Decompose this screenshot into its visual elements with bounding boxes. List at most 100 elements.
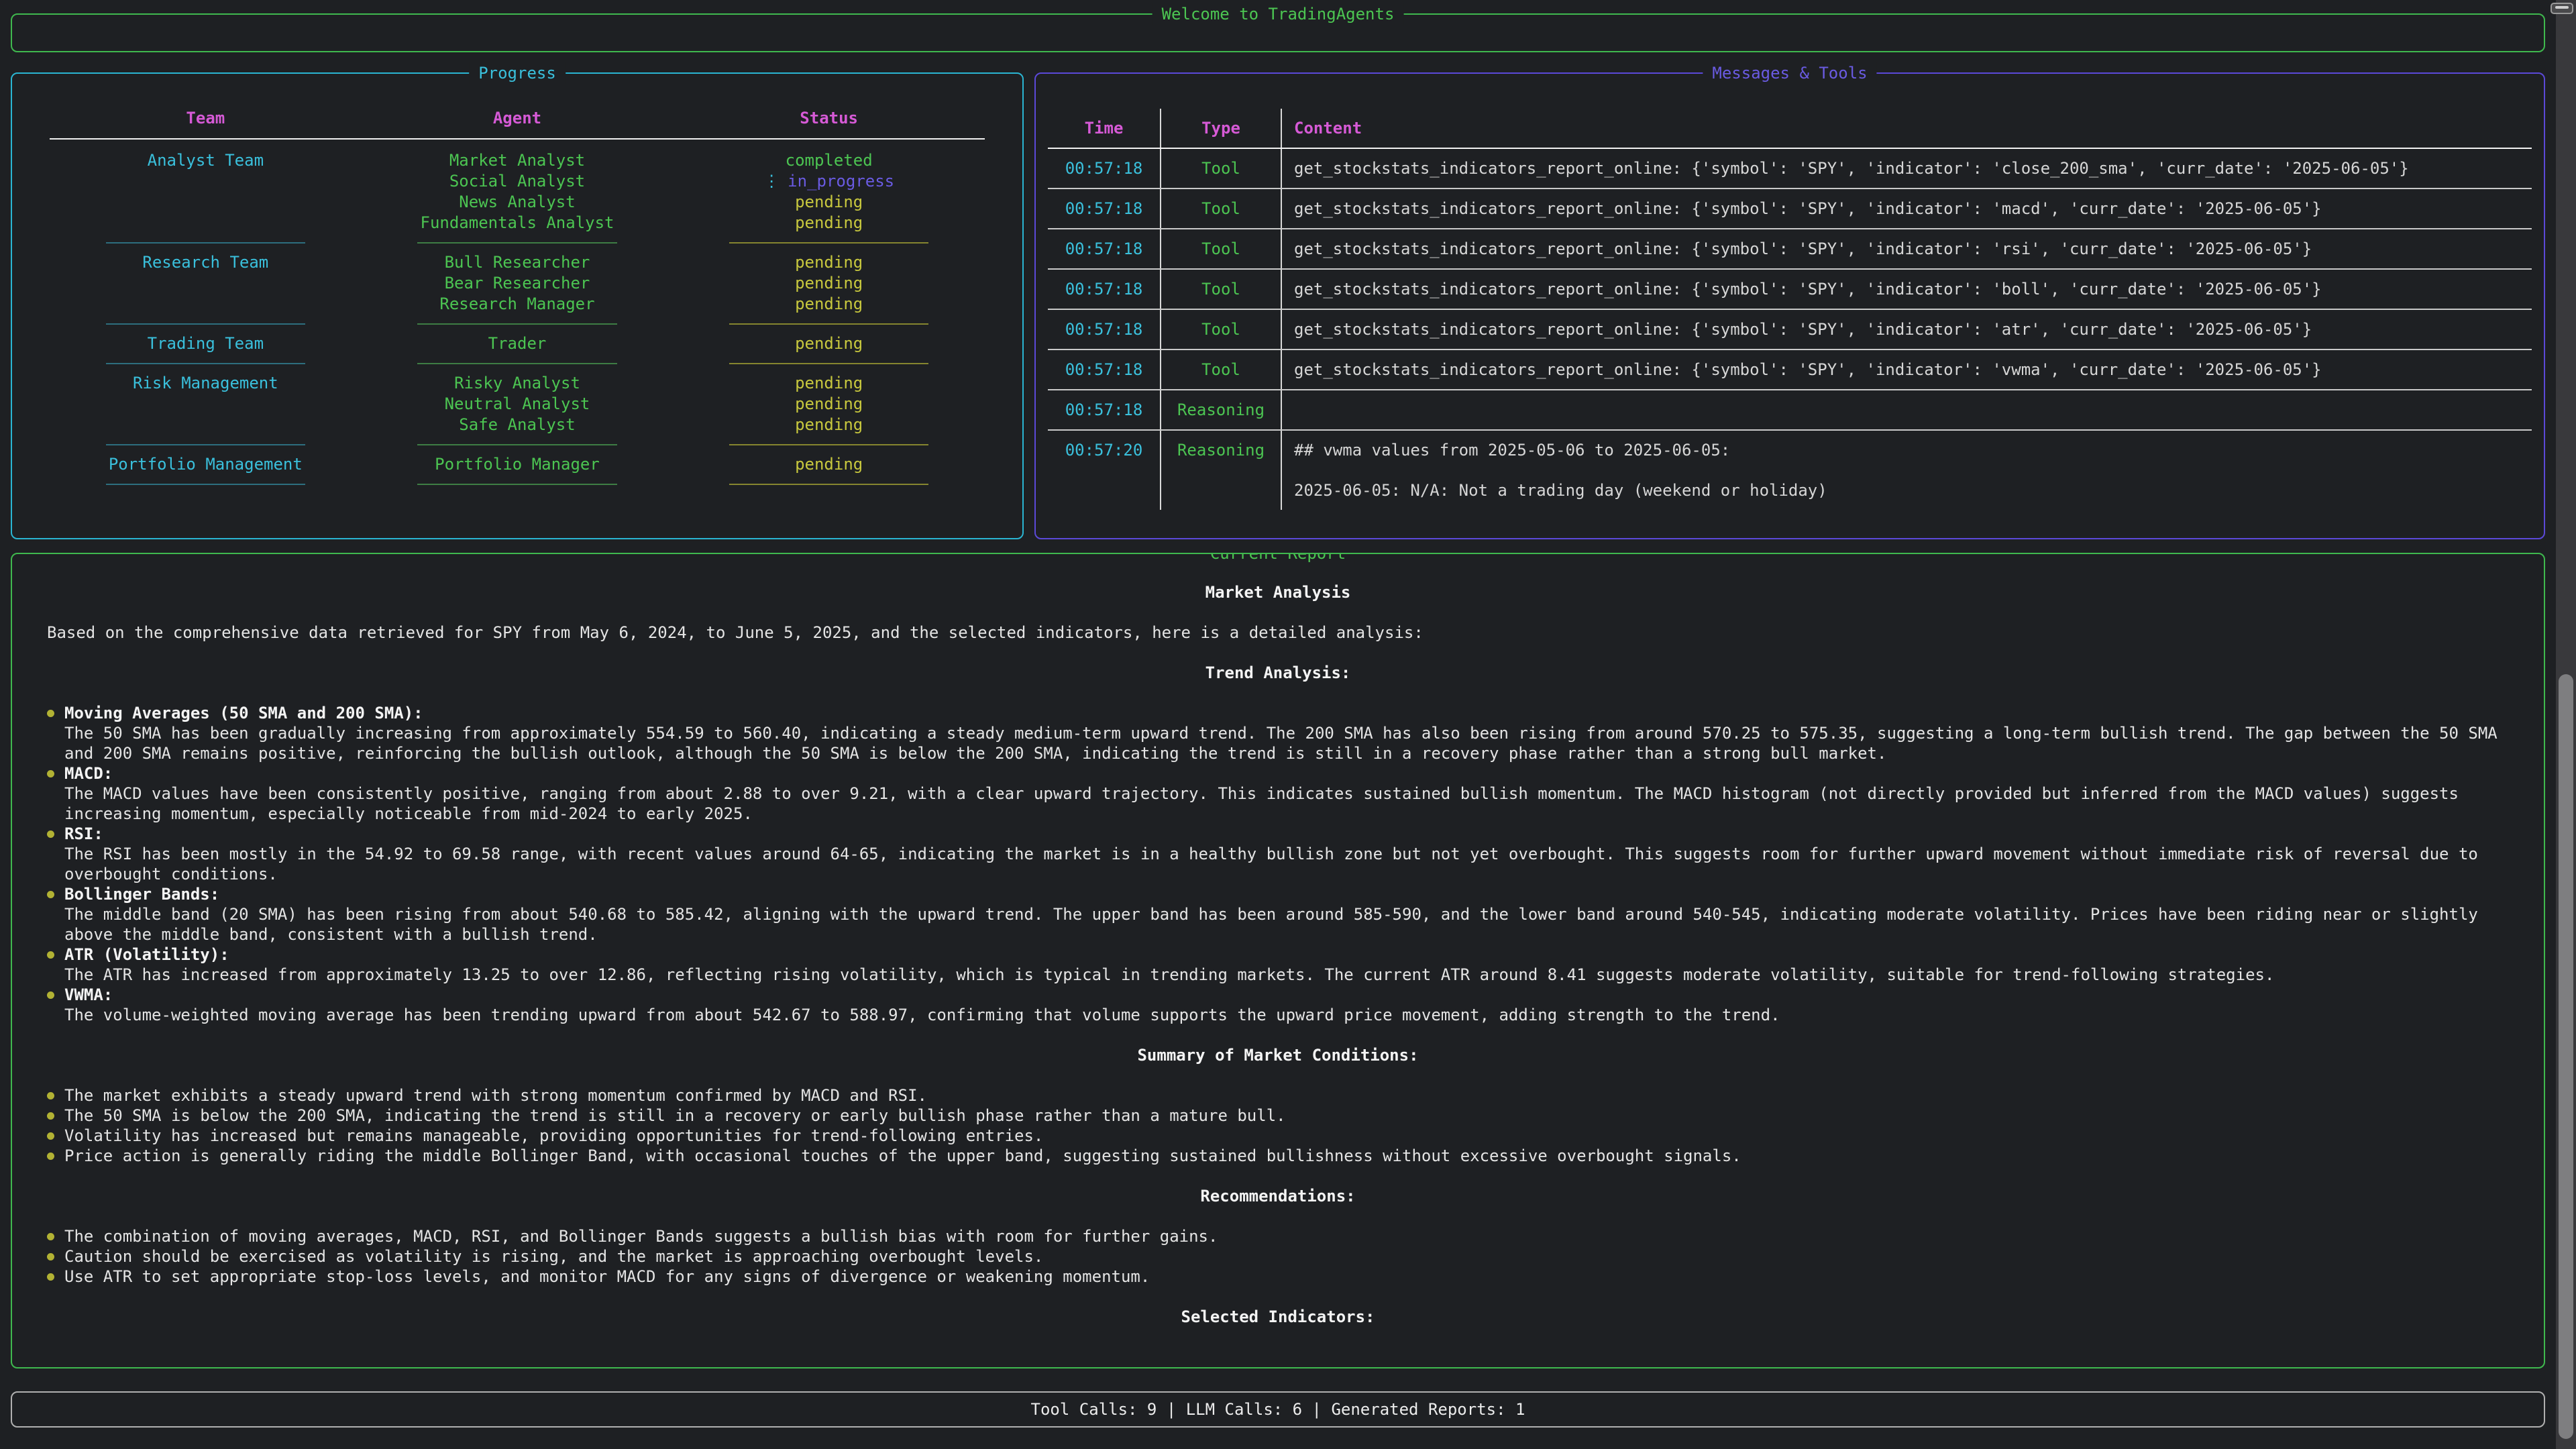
- scrollbar-track[interactable]: [2556, 0, 2576, 1449]
- report-section-heading: Selected Indicators:: [39, 1307, 2517, 1327]
- team-name-cell: Portfolio Management: [50, 454, 362, 475]
- bullet-title: Moving Averages (50 SMA and 200 SMA):: [64, 704, 423, 722]
- message-type: Tool: [1161, 148, 1281, 189]
- separator-line-status: [729, 484, 928, 485]
- message-time: 00:57:18: [1048, 350, 1161, 390]
- agent-status-cell: ⋮in_progress: [673, 171, 985, 192]
- top-panels-row: Progress Team Agent Status Analyst TeamM…: [11, 72, 2545, 539]
- agent-status-cell: pending: [673, 415, 985, 435]
- spinner-icon: ⋮: [763, 172, 780, 191]
- message-row: 00:57:18Toolget_stockstats_indicators_re…: [1048, 309, 2532, 350]
- bullet-title: VWMA:: [64, 985, 113, 1004]
- report-main-heading: Market Analysis: [39, 582, 2517, 602]
- team-group-separator: [50, 354, 985, 373]
- report-section-heading: Recommendations:: [39, 1186, 2517, 1206]
- agent-name-cell: Portfolio Manager: [362, 454, 674, 475]
- progress-row: Risk ManagementRisky Analystpending: [50, 373, 985, 394]
- message-type: Tool: [1161, 350, 1281, 390]
- scrollbar-thumb[interactable]: [2559, 674, 2573, 1439]
- agent-name-cell: Bear Researcher: [362, 273, 674, 294]
- agent-name-cell: Trader: [362, 333, 674, 354]
- message-type: Tool: [1161, 269, 1281, 309]
- agent-name-cell: Bull Researcher: [362, 252, 674, 273]
- message-row: 00:57:20Reasoning## vwma values from 202…: [1048, 430, 2532, 510]
- bullet-title: Bollinger Bands:: [64, 885, 219, 904]
- welcome-banner-title: Welcome to TradingAgents: [1152, 3, 1404, 25]
- separator-line-agent: [417, 323, 616, 325]
- message-content-line: [1294, 460, 2520, 480]
- progress-row: Fundamentals Analystpending: [50, 213, 985, 233]
- agent-status-cell: pending: [673, 252, 985, 273]
- progress-row: Research TeamBull Researcherpending: [50, 252, 985, 273]
- message-content-line: 2025-06-05: N/A: Not a trading day (week…: [1294, 480, 2520, 500]
- progress-panel: Progress Team Agent Status Analyst TeamM…: [11, 72, 1024, 539]
- team-group-separator: [50, 475, 985, 494]
- report-bullet-item: RSI:The RSI has been mostly in the 54.92…: [46, 824, 2517, 884]
- separator-line-status: [729, 363, 928, 364]
- progress-row: Trading TeamTraderpending: [50, 333, 985, 354]
- message-row: 00:57:18Reasoning: [1048, 390, 2532, 430]
- message-content: [1281, 390, 2532, 430]
- separator-line-status: [729, 323, 928, 325]
- progress-row: Analyst TeamMarket Analystcompleted: [50, 150, 985, 171]
- footer-stats-text: Tool Calls: 9 | LLM Calls: 6 | Generated…: [1031, 1400, 1525, 1419]
- message-content-line: [1294, 400, 2520, 420]
- report-bullet-item: MACD:The MACD values have been consisten…: [46, 763, 2517, 824]
- separator-line-status: [729, 444, 928, 445]
- message-content-line: get_stockstats_indicators_report_online:…: [1294, 319, 2520, 339]
- progress-row: Portfolio ManagementPortfolio Managerpen…: [50, 454, 985, 475]
- column-header-type: Type: [1161, 109, 1281, 148]
- team-name-cell: [50, 394, 362, 415]
- agent-name-cell: Social Analyst: [362, 171, 674, 192]
- report-bullet-item: Volatility has increased but remains man…: [46, 1126, 2517, 1146]
- column-header-agent: Agent: [362, 107, 674, 129]
- message-content: get_stockstats_indicators_report_online:…: [1281, 309, 2532, 350]
- report-bullet-item: The combination of moving averages, MACD…: [46, 1226, 2517, 1246]
- report-section-heading: Trend Analysis:: [39, 663, 2517, 683]
- agent-name-cell: Research Manager: [362, 294, 674, 315]
- report-bullet-item: ATR (Volatility):The ATR has increased f…: [46, 945, 2517, 985]
- message-row: 00:57:18Tool get_stockstats_indicators_re…: [1048, 269, 2532, 309]
- team-name-cell: [50, 415, 362, 435]
- progress-row: Research Managerpending: [50, 294, 985, 315]
- message-content: get_stockstats_indicators_report_online:…: [1281, 229, 2532, 269]
- report-sections: Trend Analysis: Moving Averages (50 SMA a…: [39, 663, 2517, 1327]
- team-name-cell: [50, 171, 362, 192]
- message-type: Reasoning: [1161, 390, 1281, 430]
- progress-table-header: Team Agent Status: [50, 107, 985, 129]
- team-name-cell: Research Team: [50, 252, 362, 273]
- agent-status-cell: pending: [673, 333, 985, 354]
- message-content-line: get_stockstats_indicators_report_online:…: [1294, 158, 2520, 178]
- scrollbar-top-widget-icon[interactable]: [2551, 3, 2573, 14]
- bullet-title: ATR (Volatility):: [64, 945, 229, 964]
- message-time: 00:57:18: [1048, 269, 1161, 309]
- message-type: Reasoning: [1161, 430, 1281, 510]
- team-group-separator: [50, 315, 985, 333]
- progress-row: News Analystpending: [50, 192, 985, 213]
- message-type: Tool: [1161, 189, 1281, 229]
- separator-line-team: [106, 484, 305, 485]
- report-section-heading: Summary of Market Conditions:: [39, 1045, 2517, 1065]
- agent-status-cell: pending: [673, 373, 985, 394]
- messages-panel-title: Messages & Tools: [1703, 62, 1876, 84]
- bullet-title: RSI:: [64, 824, 103, 843]
- report-bullet-item: The market exhibits a steady upward tren…: [46, 1085, 2517, 1106]
- report-bullet-item: Use ATR to set appropriate stop-loss lev…: [46, 1267, 2517, 1287]
- report-bullet-item: The 50 SMA is below the 200 SMA, indicat…: [46, 1106, 2517, 1126]
- message-time: 00:57:18: [1048, 309, 1161, 350]
- terminal-page: Welcome to TradingAgents Progress Team A…: [0, 0, 2576, 1428]
- progress-row: Neutral Analystpending: [50, 394, 985, 415]
- message-content: get_stockstats_indicators_report_online:…: [1281, 148, 2532, 189]
- column-header-team: Team: [50, 107, 362, 129]
- message-content-line: get_stockstats_indicators_report_online:…: [1294, 239, 2520, 259]
- message-content-line: get_stockstats_indicators_report_online:…: [1294, 360, 2520, 380]
- agent-name-cell: Risky Analyst: [362, 373, 674, 394]
- team-name-cell: Trading Team: [50, 333, 362, 354]
- agent-status-cell: pending: [673, 394, 985, 415]
- message-content-line: ## vwma values from 2025-05-06 to 2025-0…: [1294, 440, 2520, 460]
- message-content-line: get_stockstats_indicators_report_online:…: [1294, 279, 2520, 299]
- separator-line-agent: [417, 484, 616, 485]
- message-time: 00:57:18: [1048, 229, 1161, 269]
- report-bullet-list: Moving Averages (50 SMA and 200 SMA):The…: [39, 703, 2517, 1025]
- column-header-status: Status: [673, 107, 985, 129]
